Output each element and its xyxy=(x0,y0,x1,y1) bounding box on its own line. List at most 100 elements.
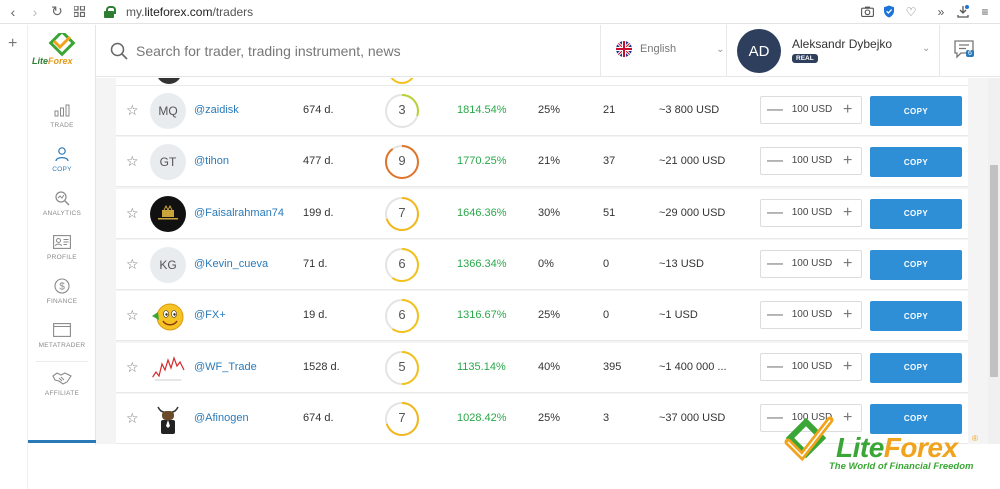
plus-icon[interactable]: + xyxy=(843,203,852,223)
forward-icon[interactable]: › xyxy=(24,1,46,23)
amount-value[interactable]: 100 USD xyxy=(785,361,839,372)
table-row: ☆ KG @Kevin_cueva 71 d. 6 1366.34% 0% 0 ~13 USD —… xyxy=(116,239,968,290)
menu-icon[interactable]: ≡ xyxy=(976,3,994,21)
avatar[interactable] xyxy=(150,195,186,232)
favorite-star-icon[interactable]: ☆ xyxy=(126,410,139,427)
liteforex-logo[interactable] xyxy=(32,29,92,73)
copiers-count: 37 xyxy=(603,155,616,168)
trading-days: 1528 d. xyxy=(303,360,340,373)
copy-button[interactable]: COPY xyxy=(870,198,962,229)
sidebar-item-copy[interactable]: COPY xyxy=(28,145,96,173)
copy-users-icon xyxy=(52,145,72,163)
avatar[interactable] xyxy=(150,400,186,437)
sidebar-item-profile[interactable]: PROFILE xyxy=(28,233,96,261)
download-icon[interactable] xyxy=(954,3,972,21)
notification-count-badge: 6 xyxy=(966,50,974,57)
copy-button[interactable]: COPY xyxy=(870,249,962,280)
chevron-down-icon[interactable]: ⌄ xyxy=(922,43,930,54)
minus-icon[interactable]: — xyxy=(767,152,783,170)
trader-username-link[interactable]: @Faisalrahman74 xyxy=(194,207,284,219)
sidebar-item-finance[interactable]: $ FINANCE xyxy=(28,277,96,305)
plus-icon[interactable]: + xyxy=(843,357,852,377)
extensions-icon[interactable]: » xyxy=(932,3,950,21)
minus-icon[interactable]: — xyxy=(767,101,783,119)
avatar[interactable]: GT xyxy=(150,144,186,181)
copiers-count: 21 xyxy=(603,104,616,116)
new-tab-icon[interactable]: + xyxy=(8,35,17,53)
trader-username-link[interactable]: @tihon xyxy=(194,155,229,167)
plus-icon[interactable]: + xyxy=(843,151,852,171)
sidebar-active-bar xyxy=(28,440,96,443)
favorite-star-icon[interactable]: ☆ xyxy=(126,153,139,170)
apps-grid-icon[interactable] xyxy=(68,1,90,23)
search-icon[interactable] xyxy=(110,42,128,60)
copy-button[interactable]: COPY xyxy=(870,96,962,126)
trader-username-link[interactable]: @FX+ xyxy=(194,309,226,321)
risk-score: 6 xyxy=(398,307,406,323)
camera-icon[interactable] xyxy=(858,3,876,21)
heart-icon[interactable]: ♡ xyxy=(902,3,920,21)
avatar[interactable] xyxy=(150,349,186,386)
funds-under-management: ~37 000 USD xyxy=(659,411,726,424)
drawdown-percent: 25% xyxy=(538,411,561,424)
browser-toolbar: ‹ › ↻ my.liteforex.com/traders ♡ » ≡ xyxy=(0,0,1000,24)
sidebar-item-metatrader[interactable]: METATRADER xyxy=(28,321,96,349)
copy-button[interactable]: COPY xyxy=(870,352,962,383)
minus-icon[interactable]: — xyxy=(767,255,783,273)
avatar[interactable]: MQ xyxy=(150,93,186,129)
drawdown-percent: 0% xyxy=(538,257,554,270)
plus-icon[interactable]: + xyxy=(843,305,852,325)
copy-button[interactable]: COPY xyxy=(870,301,962,332)
shield-icon[interactable] xyxy=(880,3,898,21)
funds-under-management: ~3 800 USD xyxy=(659,104,720,116)
risk-score: 7 xyxy=(398,409,406,425)
trader-username-link[interactable]: @WF_Trade xyxy=(194,361,257,373)
scrollbar-thumb[interactable] xyxy=(990,165,998,377)
sidebar-item-affiliate[interactable]: AFFILIATE xyxy=(28,369,96,397)
favorite-star-icon[interactable]: ☆ xyxy=(126,102,139,119)
profit-percent: 1316.67% xyxy=(457,309,507,322)
copiers-count: 0 xyxy=(603,309,610,322)
favorite-star-icon[interactable]: ☆ xyxy=(126,359,139,376)
drawdown-percent: 30% xyxy=(538,206,561,219)
avatar xyxy=(156,78,182,84)
plus-icon[interactable]: + xyxy=(843,254,852,274)
sidebar-item-analytics[interactable]: ANALYTICS xyxy=(28,189,96,217)
sidebar-item-label: TRADE xyxy=(50,122,74,129)
sidebar-item-label: COPY xyxy=(52,166,72,173)
back-icon[interactable]: ‹ xyxy=(2,1,24,23)
user-name[interactable]: Aleksandr Dybejko xyxy=(792,37,892,51)
funds-under-management: ~21 000 USD xyxy=(659,155,726,168)
avatar[interactable]: AD xyxy=(737,29,781,73)
trader-username-link[interactable]: @Kevin_cueva xyxy=(194,258,268,270)
header-divider xyxy=(939,25,940,77)
avatar[interactable]: KG xyxy=(150,246,186,283)
favorite-star-icon[interactable]: ☆ xyxy=(126,307,139,324)
copy-button[interactable]: COPY xyxy=(870,147,962,178)
trader-username-link[interactable]: @Afinogen xyxy=(194,412,249,424)
avatar[interactable] xyxy=(150,298,186,335)
amount-value[interactable]: 100 USD xyxy=(785,155,839,166)
language-selector[interactable]: English ⌄ xyxy=(616,41,724,57)
sidebar-item-label: FINANCE xyxy=(46,298,78,305)
profile-card-icon xyxy=(52,233,72,251)
amount-value[interactable]: 100 USD xyxy=(785,104,839,115)
sidebar-divider xyxy=(36,361,88,362)
watermark-tagline: The World of Financial Freedom xyxy=(829,461,974,472)
minus-icon[interactable]: — xyxy=(767,306,783,324)
amount-value[interactable]: 100 USD xyxy=(785,309,839,320)
favorite-star-icon[interactable]: ☆ xyxy=(126,205,139,222)
sidebar-item-trade[interactable]: TRADE xyxy=(28,101,96,129)
amount-value[interactable]: 100 USD xyxy=(785,258,839,269)
trader-username-link[interactable]: @zaidisk xyxy=(194,104,239,116)
plus-icon[interactable]: + xyxy=(843,100,852,120)
favorite-star-icon[interactable]: ☆ xyxy=(126,256,139,273)
amount-value[interactable]: 100 USD xyxy=(785,207,839,218)
address-bar[interactable]: my.liteforex.com/traders xyxy=(126,5,253,19)
risk-score: 6 xyxy=(398,255,406,271)
search-input[interactable] xyxy=(136,39,576,63)
language-label: English xyxy=(640,43,677,55)
minus-icon[interactable]: — xyxy=(767,204,783,222)
minus-icon[interactable]: — xyxy=(767,358,783,376)
reload-icon[interactable]: ↻ xyxy=(46,1,68,23)
